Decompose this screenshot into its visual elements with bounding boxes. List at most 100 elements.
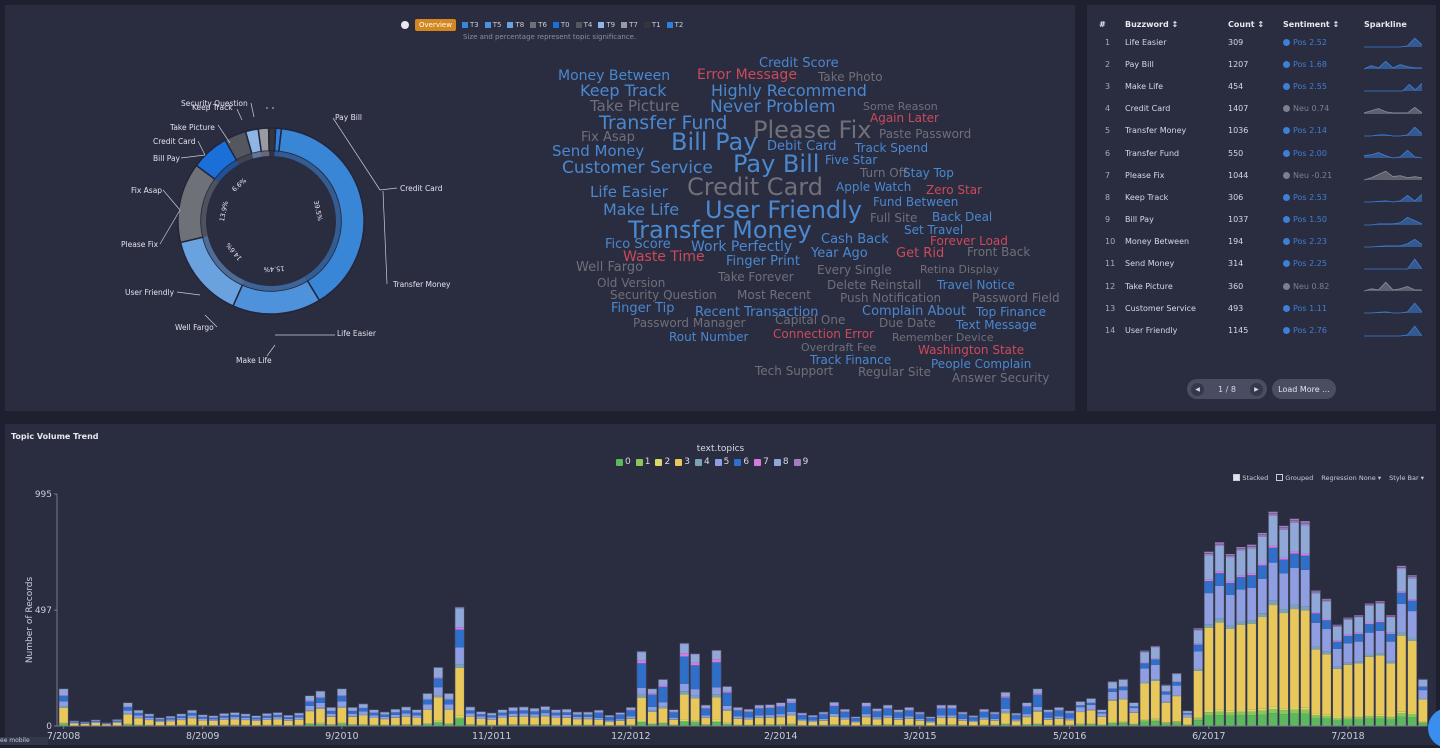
bar-stack[interactable] <box>744 709 753 726</box>
buzzword-cell[interactable]: Make Life <box>1125 75 1228 97</box>
buzzword-cell[interactable]: Credit Card <box>1125 98 1228 120</box>
word-cloud-term[interactable]: Overdraft Fee <box>801 342 876 353</box>
bar-stack[interactable] <box>1311 591 1320 726</box>
bar-stack[interactable] <box>391 709 400 726</box>
bar-stack[interactable] <box>166 716 175 726</box>
bar-stack[interactable] <box>830 702 839 726</box>
table-row[interactable]: 2Pay Bill1207Pos 1.68 <box>1095 53 1434 75</box>
word-cloud-term[interactable]: Regular Site <box>858 366 931 378</box>
bar-stack[interactable] <box>723 686 732 726</box>
word-cloud-term[interactable]: Fund Between <box>873 196 958 208</box>
bar-stack[interactable] <box>1226 554 1235 726</box>
bar-stack[interactable] <box>1279 526 1288 726</box>
buzzword-cell[interactable]: Keep Track <box>1125 186 1228 208</box>
bar-stack[interactable] <box>979 709 988 726</box>
bar-stack[interactable] <box>91 720 100 726</box>
bar-stack[interactable] <box>1247 545 1256 726</box>
bar-stack[interactable] <box>1054 707 1063 726</box>
donut-segment-t1[interactable] <box>269 128 276 151</box>
bar-stack[interactable] <box>59 689 68 726</box>
bar-stack[interactable] <box>787 698 796 726</box>
word-cloud-term[interactable]: Most Recent <box>737 289 811 301</box>
word-cloud-term[interactable]: Turn Off <box>860 167 907 179</box>
bar-stack[interactable] <box>402 707 411 726</box>
word-cloud-term[interactable]: Rout Number <box>669 331 748 343</box>
bar-stack[interactable] <box>1044 710 1053 726</box>
bar-stack[interactable] <box>1161 685 1170 726</box>
donut-segment-t6[interactable] <box>178 165 215 242</box>
word-cloud-term[interactable]: Due Date <box>879 317 936 329</box>
bar-stack[interactable] <box>230 712 239 726</box>
buzzword-cell[interactable]: Pay Bill <box>1125 53 1228 75</box>
bar-stack[interactable] <box>113 719 122 726</box>
bar-stack[interactable] <box>220 713 229 726</box>
word-cloud-term[interactable]: People Complain <box>931 358 1031 370</box>
table-row[interactable]: 6Transfer Fund550Pos 2.00 <box>1095 142 1434 164</box>
legend-item-t9[interactable]: T9 <box>598 21 615 29</box>
word-cloud-term[interactable]: Error Message <box>697 68 797 82</box>
bar-stack[interactable] <box>648 689 657 726</box>
bar-stack[interactable] <box>70 721 79 726</box>
bar-stack[interactable] <box>915 712 924 726</box>
legend-item-t4[interactable]: T4 <box>576 21 593 29</box>
bar-stack[interactable] <box>755 705 764 726</box>
buzzword-cell[interactable]: Please Fix <box>1125 164 1228 186</box>
bar-stack[interactable] <box>530 708 539 726</box>
bar-stack[interactable] <box>1108 681 1117 726</box>
word-cloud-term[interactable]: Password Field <box>972 292 1060 304</box>
bar-stack[interactable] <box>701 705 710 726</box>
bar-stack[interactable] <box>765 705 774 726</box>
table-row[interactable]: 1Life Easier309Pos 2.52 <box>1095 31 1434 53</box>
bar-stack[interactable] <box>241 714 250 726</box>
load-more-button[interactable]: Load More ... <box>1272 379 1336 399</box>
bar-stack[interactable] <box>1172 673 1181 726</box>
bar-stack[interactable] <box>1022 703 1031 726</box>
bar-stack[interactable] <box>1129 702 1138 726</box>
bar-stack[interactable] <box>487 713 496 726</box>
bar-stack[interactable] <box>1365 604 1374 726</box>
bar-stack[interactable] <box>1333 625 1342 726</box>
word-cloud-term[interactable]: Delete Reinstall <box>827 279 921 291</box>
word-cloud-term[interactable]: Text Message <box>956 319 1037 331</box>
bar-stack[interactable] <box>1204 552 1213 726</box>
bar-stack[interactable] <box>123 703 132 726</box>
bar-stack[interactable] <box>851 717 860 726</box>
table-row[interactable]: 9Bill Pay1037Pos 1.50 <box>1095 209 1434 231</box>
buzzword-cell[interactable]: Transfer Fund <box>1125 142 1228 164</box>
bar-stack[interactable] <box>466 707 475 726</box>
bar-stack[interactable] <box>1183 711 1192 726</box>
bar-stack[interactable] <box>177 714 186 726</box>
word-cloud-term[interactable]: Travel Notice <box>937 279 1015 291</box>
word-cloud-term[interactable]: Push Notification <box>840 292 941 304</box>
bar-stack[interactable] <box>926 717 935 726</box>
word-cloud-term[interactable]: Top Finance <box>976 306 1046 318</box>
bar-stack[interactable] <box>455 607 464 726</box>
buzzword-cell[interactable]: Life Easier <box>1125 31 1228 53</box>
bar-stack[interactable] <box>1301 521 1310 726</box>
bar-stack[interactable] <box>990 712 999 726</box>
table-row[interactable]: 12Take Picture360Neu 0.82 <box>1095 275 1434 297</box>
bar-stack[interactable] <box>905 707 914 726</box>
bar-stack[interactable] <box>444 693 453 726</box>
bar-stack[interactable] <box>808 715 817 726</box>
bar-stack[interactable] <box>669 710 678 726</box>
word-cloud-term[interactable]: Answer Security <box>952 372 1049 384</box>
word-cloud-term[interactable]: Password Manager <box>633 317 745 329</box>
bar-stack[interactable] <box>1322 599 1331 726</box>
bar-stack[interactable] <box>605 715 614 726</box>
bar-stack[interactable] <box>840 709 849 726</box>
bar-stack[interactable] <box>1076 701 1085 726</box>
bar-stack[interactable] <box>80 722 89 726</box>
table-row[interactable]: 5Transfer Money1036Pos 2.14 <box>1095 120 1434 142</box>
bar-stack[interactable] <box>305 696 314 726</box>
prev-page-button[interactable]: ◀ <box>1191 383 1204 396</box>
bar-stack[interactable] <box>1236 547 1245 726</box>
word-cloud-term[interactable]: Again Later <box>870 112 939 124</box>
word-cloud-term[interactable]: Send Money <box>552 144 644 159</box>
col-count[interactable]: Count ↕ <box>1228 17 1283 31</box>
table-row[interactable]: 8Keep Track306Pos 2.53 <box>1095 186 1434 208</box>
word-cloud-term[interactable]: Front Back <box>967 246 1030 258</box>
bar-stack[interactable] <box>369 710 378 726</box>
bar-stack[interactable] <box>798 713 807 726</box>
word-cloud-term[interactable]: Paste Password <box>879 128 971 140</box>
